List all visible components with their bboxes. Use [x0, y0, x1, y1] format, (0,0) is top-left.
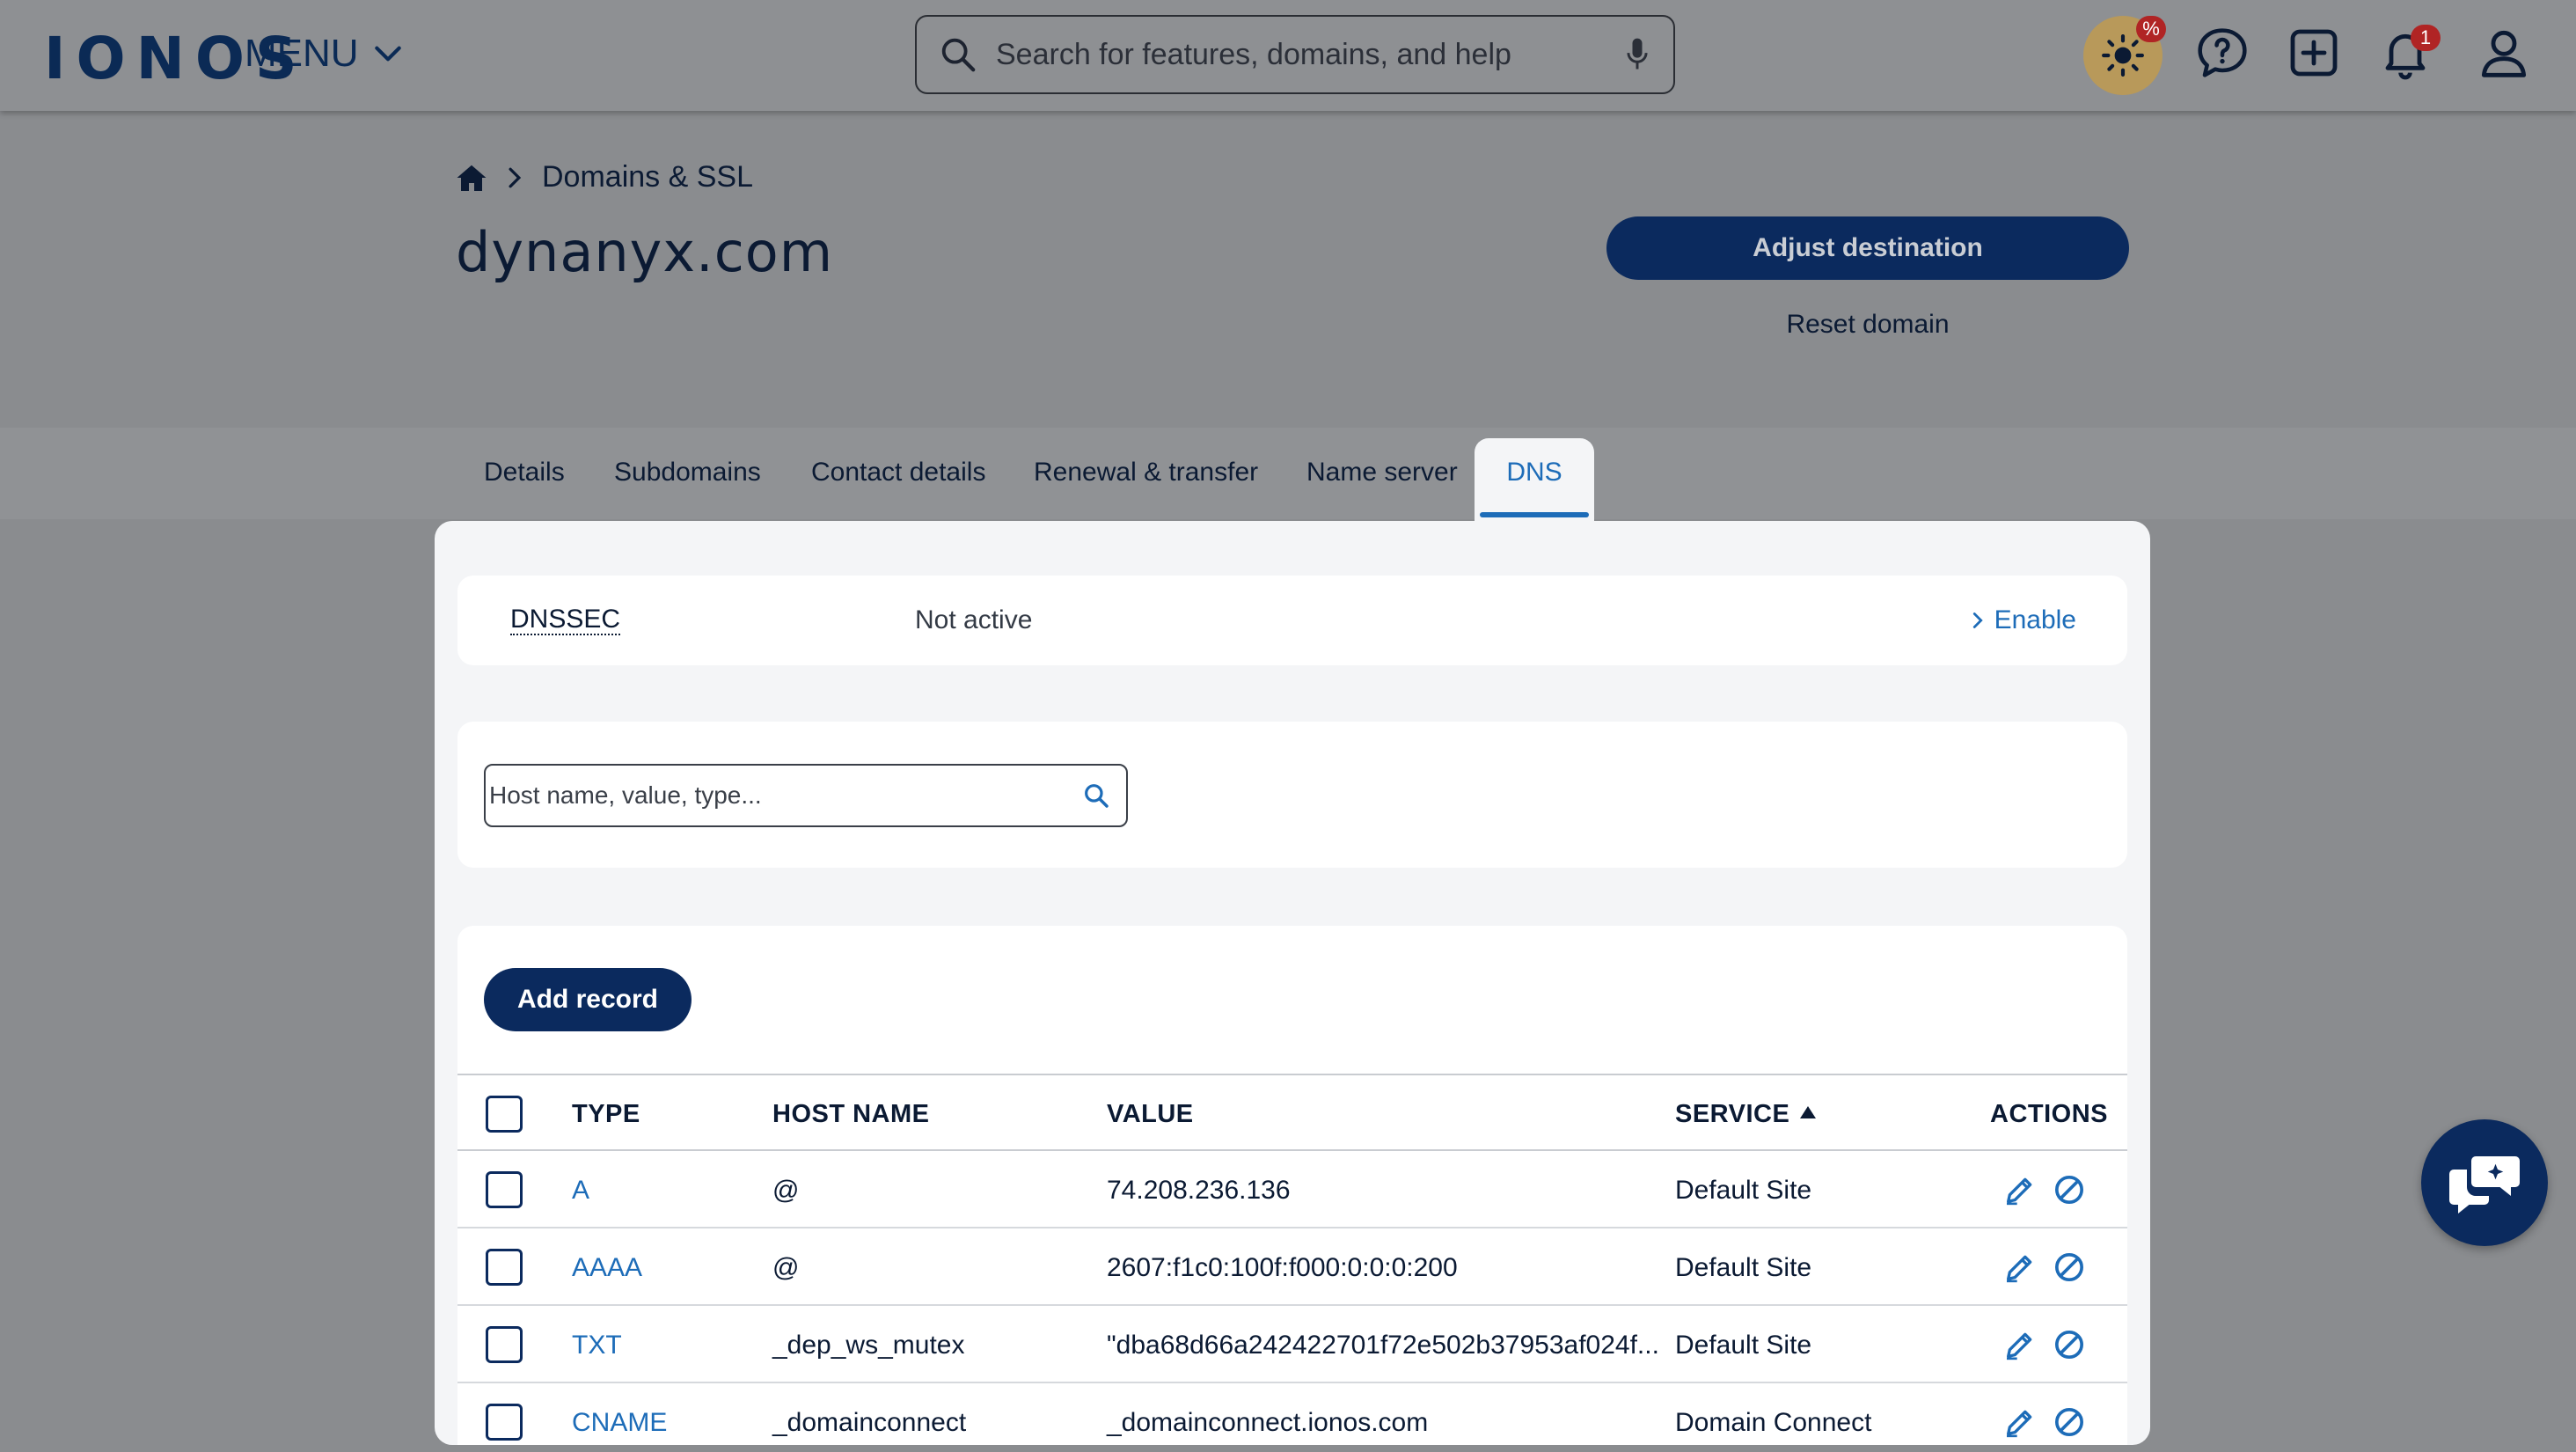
- row-checkbox[interactable]: [486, 1326, 523, 1363]
- select-all-checkbox[interactable]: [486, 1096, 523, 1133]
- disable-icon[interactable]: [2052, 1250, 2087, 1285]
- chevron-down-icon: [374, 46, 401, 62]
- record-service: Default Site: [1675, 1176, 1812, 1205]
- tab-contact-details[interactable]: Contact details: [811, 458, 985, 488]
- record-value: _domainconnect.ionos.com: [1107, 1408, 1429, 1437]
- active-tab-indicator: [1480, 512, 1589, 517]
- menu-label: MENU: [245, 32, 359, 75]
- record-host: @: [772, 1253, 800, 1282]
- tab-subdomains[interactable]: Subdomains: [614, 458, 761, 488]
- record-service: Domain Connect: [1675, 1408, 1872, 1437]
- chat-assistant-button[interactable]: [2421, 1119, 2548, 1246]
- menu-button[interactable]: MENU: [245, 32, 405, 76]
- record-type[interactable]: AAAA: [572, 1253, 642, 1283]
- search-icon: [941, 38, 976, 72]
- record-host: _domainconnect: [772, 1408, 967, 1437]
- reset-domain-link[interactable]: Reset domain: [1606, 310, 2129, 340]
- records-table-header: TYPE HOST NAME VALUE SERVICE ACTIONS: [457, 1074, 2127, 1151]
- table-row: AAAA @ 2607:f1c0:100f:f000:0:0:0:200 Def…: [457, 1228, 2127, 1306]
- disable-icon[interactable]: [2052, 1404, 2087, 1440]
- record-service: Default Site: [1675, 1331, 1812, 1360]
- row-checkbox[interactable]: [486, 1171, 523, 1208]
- tab-name-server[interactable]: Name server: [1306, 458, 1458, 488]
- search-icon[interactable]: [1082, 781, 1110, 810]
- chevron-right-icon: [509, 167, 522, 187]
- add-record-button[interactable]: Add record: [484, 968, 692, 1031]
- tab-details[interactable]: Details: [484, 458, 565, 488]
- column-host-name[interactable]: HOST NAME: [772, 1100, 930, 1129]
- tab-renewal-transfer[interactable]: Renewal & transfer: [1034, 458, 1258, 488]
- notifications-badge: 1: [2411, 25, 2441, 51]
- table-row: A @ 74.208.236.136 Default Site: [457, 1151, 2127, 1228]
- breadcrumb-domains-ssl[interactable]: Domains & SSL: [542, 160, 753, 194]
- dnssec-status: Not active: [915, 605, 1033, 634]
- disable-icon[interactable]: [2052, 1327, 2087, 1362]
- record-value: 74.208.236.136: [1107, 1176, 1291, 1205]
- dnssec-label[interactable]: DNSSEC: [510, 605, 621, 635]
- table-row: TXT _dep_ws_mutex "dba68d66a242422701f72…: [457, 1306, 2127, 1383]
- column-type[interactable]: TYPE: [572, 1100, 640, 1129]
- chevron-right-icon: [1972, 612, 1983, 628]
- search-input[interactable]: Search for features, domains, and help: [996, 38, 1622, 72]
- record-type[interactable]: CNAME: [572, 1408, 667, 1438]
- table-row: CNAME _domainconnect _domainconnect.iono…: [457, 1383, 2127, 1445]
- edit-pencil-icon[interactable]: [2002, 1327, 2038, 1362]
- record-value: "dba68d66a242422701f72e502b37953af024f..…: [1107, 1331, 1659, 1360]
- global-search[interactable]: Search for features, domains, and help: [915, 15, 1675, 94]
- record-type[interactable]: A: [572, 1176, 589, 1206]
- record-value: 2607:f1c0:100f:f000:0:0:0:200: [1107, 1253, 1458, 1282]
- adjust-destination-button[interactable]: Adjust destination: [1606, 216, 2129, 280]
- tab-bar: [0, 428, 2576, 519]
- chat-bubbles-icon: [2449, 1156, 2520, 1214]
- column-actions: ACTIONS: [1990, 1100, 2108, 1128]
- dnssec-card: DNSSEC Not active Enable: [457, 576, 2127, 665]
- record-filter-input[interactable]: [489, 781, 1082, 810]
- disable-icon[interactable]: [2052, 1172, 2087, 1207]
- page-title: dynanyx.com: [456, 220, 834, 284]
- enable-dnssec-link[interactable]: Enable: [1970, 605, 2076, 635]
- top-bar: IONOS MENU Search for features, domains,…: [0, 0, 2576, 111]
- tab-dns-label: DNS: [1506, 458, 1562, 487]
- enable-label: Enable: [1994, 605, 2076, 634]
- record-host: _dep_ws_mutex: [772, 1331, 965, 1360]
- record-type[interactable]: TXT: [572, 1331, 622, 1360]
- add-icon[interactable]: [2286, 25, 2342, 81]
- filter-card: [457, 722, 2127, 868]
- column-value[interactable]: VALUE: [1107, 1100, 1194, 1129]
- edit-pencil-icon[interactable]: [2002, 1172, 2038, 1207]
- edit-pencil-icon[interactable]: [2002, 1250, 2038, 1285]
- edit-pencil-icon[interactable]: [2002, 1404, 2038, 1440]
- offers-badge: %: [2136, 16, 2166, 42]
- dns-panel: DNSSEC Not active Enable Add record TYPE…: [435, 521, 2150, 1445]
- column-service[interactable]: SERVICE: [1675, 1100, 1817, 1129]
- record-host: @: [772, 1176, 800, 1205]
- record-filter-field[interactable]: [484, 764, 1128, 827]
- records-card: Add record TYPE HOST NAME VALUE SERVICE …: [457, 926, 2127, 1445]
- user-icon[interactable]: [2476, 25, 2532, 81]
- record-service: Default Site: [1675, 1253, 1812, 1282]
- sun-icon: [2102, 34, 2144, 77]
- microphone-icon[interactable]: [1622, 35, 1652, 74]
- row-checkbox[interactable]: [486, 1404, 523, 1441]
- home-icon[interactable]: [456, 163, 487, 193]
- help-chat-icon[interactable]: [2194, 25, 2250, 81]
- row-checkbox[interactable]: [486, 1249, 523, 1286]
- column-service-label: SERVICE: [1675, 1100, 1790, 1128]
- sort-ascending-icon: [1800, 1106, 1817, 1118]
- breadcrumb: Domains & SSL: [456, 160, 753, 194]
- tab-dns[interactable]: DNS: [1475, 438, 1594, 521]
